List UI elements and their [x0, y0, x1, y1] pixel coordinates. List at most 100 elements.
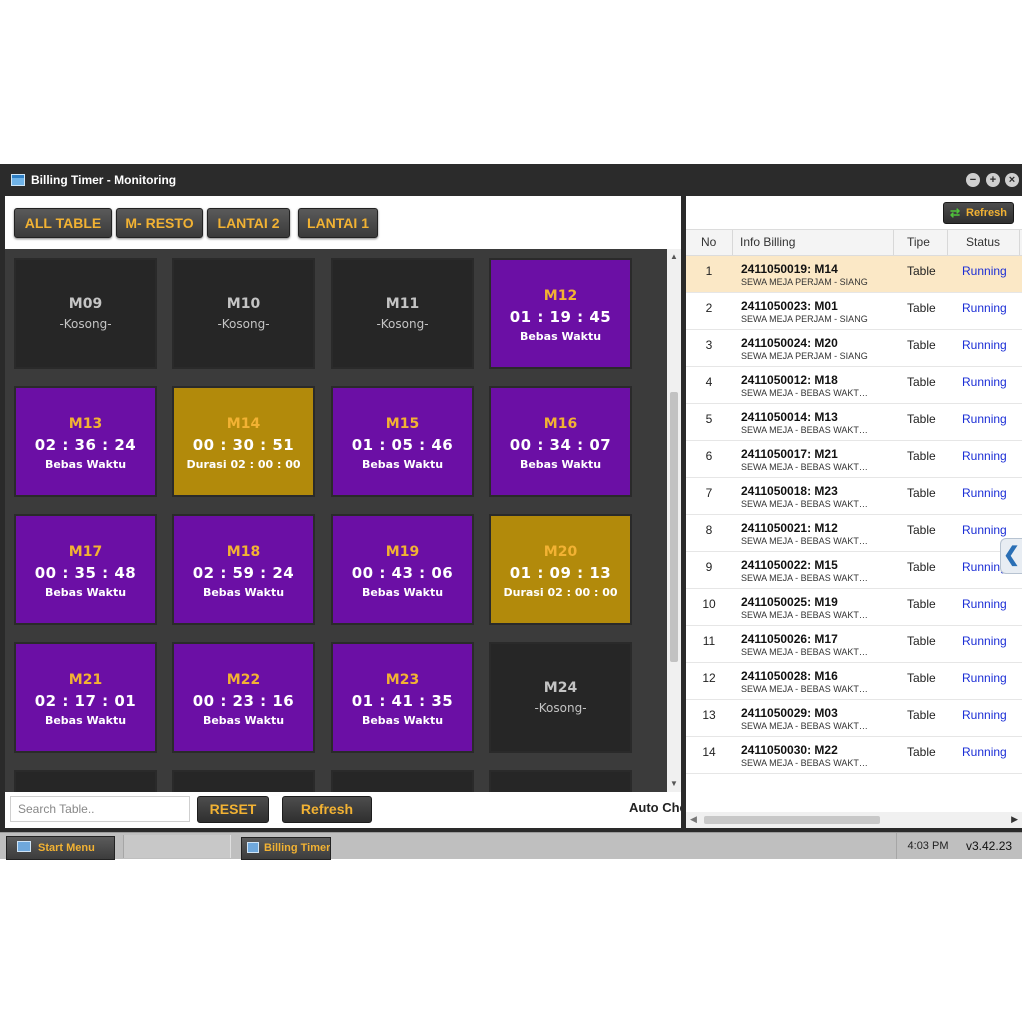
monitor-icon — [17, 841, 31, 852]
billing-row-description: SEWA MEJA - BEBAS WAKT… — [741, 388, 868, 398]
tile-timer: 00 : 34 : 07 — [509, 436, 612, 454]
start-menu-button[interactable]: Start Menu — [6, 836, 115, 860]
table-tile[interactable]: M12 01 : 19 : 45 Bebas Waktu — [489, 258, 632, 369]
category-all-table-button[interactable]: ALL TABLE — [14, 208, 112, 238]
billing-row[interactable]: 10 2411050025: M19 SEWA MEJA - BEBAS WAKT…… — [686, 589, 1022, 626]
tile-timer: 01 : 19 : 45 — [509, 308, 612, 326]
table-tile[interactable]: M19 00 : 43 : 06 Bebas Waktu — [331, 514, 474, 625]
billing-row[interactable]: 6 2411050017: M21 SEWA MEJA - BEBAS WAKT… T… — [686, 441, 1022, 478]
tile-status: -Kosong- — [376, 317, 429, 331]
minimize-button[interactable]: − — [966, 173, 980, 187]
table-tile[interactable]: M16 00 : 34 : 07 Bebas Waktu — [489, 386, 632, 497]
chevron-left-icon[interactable]: ❮ — [1000, 538, 1022, 574]
tile-mode: Bebas Waktu — [361, 458, 444, 471]
window-title: Billing Timer - Monitoring — [31, 173, 177, 187]
table-tile[interactable] — [172, 770, 315, 792]
start-menu-label: Start Menu — [38, 842, 95, 854]
billing-row-description: SEWA MEJA PERJAM - SIANG — [741, 277, 868, 287]
billing-row-description: SEWA MEJA - BEBAS WAKT… — [741, 425, 868, 435]
grid-footer: RESET Refresh Auto Check — [5, 792, 681, 828]
table-tile[interactable]: M09 -Kosong- — [14, 258, 157, 369]
billing-row-status: Running — [962, 745, 1007, 759]
billing-row[interactable]: 9 2411050022: M15 SEWA MEJA - BEBAS WAKT… T… — [686, 552, 1022, 589]
table-tile[interactable]: M13 02 : 36 : 24 Bebas Waktu — [14, 386, 157, 497]
billing-row-status: Running — [962, 634, 1007, 648]
billing-row[interactable]: 14 2411050030: M22 SEWA MEJA - BEBAS WAKT…… — [686, 737, 1022, 774]
scroll-left-arrow-icon[interactable]: ◀ — [690, 814, 697, 825]
refresh-grid-button[interactable]: Refresh — [282, 796, 372, 823]
billing-row-tipe: Table — [907, 560, 936, 574]
table-tile[interactable]: M11 -Kosong- — [331, 258, 474, 369]
billing-row-no: 10 — [702, 597, 716, 611]
billing-row-status: Running — [962, 301, 1007, 315]
category-bar: ALL TABLE M- RESTO LANTAI 2 LANTAI 1 — [5, 196, 681, 249]
billing-row[interactable]: 5 2411050014: M13 SEWA MEJA - BEBAS WAKT… T… — [686, 404, 1022, 441]
auto-check-label[interactable]: Auto Check — [629, 800, 681, 815]
table-tile[interactable]: M22 00 : 23 : 16 Bebas Waktu — [172, 642, 315, 753]
billing-row[interactable]: 4 2411050012: M18 SEWA MEJA - BEBAS WAKT… T… — [686, 367, 1022, 404]
table-tile[interactable] — [331, 770, 474, 792]
billing-row-no: 9 — [705, 560, 713, 574]
table-tile[interactable] — [489, 770, 632, 792]
billing-row-invoice: 2411050030: M22 — [741, 743, 838, 757]
table-grid: M09 -Kosong- M10 -Kosong- M11 -Kosong- M12 01 :… — [5, 249, 667, 792]
scroll-right-arrow-icon[interactable]: ▶ — [1011, 814, 1018, 825]
app-window: Billing Timer - Monitoring − + × ALL TAB… — [0, 164, 1022, 832]
table-tile[interactable]: M17 00 : 35 : 48 Bebas Waktu — [14, 514, 157, 625]
category-lantai-1-button[interactable]: LANTAI 1 — [298, 208, 378, 238]
table-tile[interactable]: M14 00 : 30 : 51 Durasi 02 : 00 : 00 — [172, 386, 315, 497]
column-header-no[interactable]: No — [701, 230, 716, 255]
table-tile[interactable]: M15 01 : 05 : 46 Bebas Waktu — [331, 386, 474, 497]
close-button[interactable]: × — [1005, 173, 1019, 187]
billing-row[interactable]: 13 2411050029: M03 SEWA MEJA - BEBAS WAKT…… — [686, 700, 1022, 737]
column-header-tipe[interactable]: Tipe — [907, 230, 930, 255]
billing-row-invoice: 2411050025: M19 — [741, 595, 838, 609]
refresh-billing-button[interactable]: ⇄ Refresh — [943, 202, 1014, 224]
billing-row[interactable]: 3 2411050024: M20 SEWA MEJA PERJAM - SIANG… — [686, 330, 1022, 367]
grid-scroll-thumb[interactable] — [670, 392, 678, 662]
billing-row-no: 1 — [705, 264, 713, 278]
billing-row[interactable]: 7 2411050018: M23 SEWA MEJA - BEBAS WAKT… T… — [686, 478, 1022, 515]
billing-row[interactable]: 2 2411050023: M01 SEWA MEJA PERJAM - SIANG… — [686, 293, 1022, 330]
billing-row[interactable]: 1 2411050019: M14 SEWA MEJA PERJAM - SIANG… — [686, 256, 1022, 293]
billing-row-invoice: 2411050028: M16 — [741, 669, 838, 683]
maximize-button[interactable]: + — [986, 173, 1000, 187]
scroll-down-arrow-icon[interactable]: ▼ — [667, 778, 681, 790]
billing-row-invoice: 2411050017: M21 — [741, 447, 838, 461]
table-tile[interactable]: M18 02 : 59 : 24 Bebas Waktu — [172, 514, 315, 625]
table-tile[interactable]: M21 02 : 17 : 01 Bebas Waktu — [14, 642, 157, 753]
table-tile[interactable]: M23 01 : 41 : 35 Bebas Waktu — [331, 642, 474, 753]
billing-row-status: Running — [962, 597, 1007, 611]
billing-hscroll-thumb[interactable] — [704, 816, 880, 824]
grid-scrollbar[interactable]: ▲ ▼ — [667, 249, 681, 792]
billing-row-invoice: 2411050029: M03 — [741, 706, 838, 720]
scroll-up-arrow-icon[interactable]: ▲ — [667, 251, 681, 263]
billing-row-status: Running — [962, 708, 1007, 722]
billing-row[interactable]: 12 2411050028: M16 SEWA MEJA - BEBAS WAKT…… — [686, 663, 1022, 700]
tile-mode: Bebas Waktu — [519, 330, 602, 343]
taskbar-clock: 4:03 PM — [896, 833, 959, 859]
billing-row[interactable]: 11 2411050026: M17 SEWA MEJA - BEBAS WAKT…… — [686, 626, 1022, 663]
category-m-resto-button[interactable]: M- RESTO — [116, 208, 203, 238]
table-tile[interactable]: M24 -Kosong- — [489, 642, 632, 753]
billing-hscrollbar[interactable]: ◀ ▶ — [686, 812, 1022, 828]
search-table-input[interactable] — [10, 796, 190, 822]
billing-row-tipe: Table — [907, 338, 936, 352]
billing-table-body: 1 2411050019: M14 SEWA MEJA PERJAM - SIANG… — [686, 256, 1022, 774]
column-header-info-billing[interactable]: Info Billing — [740, 230, 795, 255]
billing-row-tipe: Table — [907, 412, 936, 426]
table-tile[interactable] — [14, 770, 157, 792]
tile-code: M10 — [226, 296, 261, 312]
tile-timer: 00 : 23 : 16 — [192, 692, 295, 710]
billing-row[interactable]: 8 2411050021: M12 SEWA MEJA - BEBAS WAKT… T… — [686, 515, 1022, 552]
taskbar-app-billing-timer[interactable]: Billing Timer — [241, 837, 331, 860]
table-tile[interactable]: M10 -Kosong- — [172, 258, 315, 369]
tile-code: M09 — [68, 296, 103, 312]
tile-timer: 00 : 35 : 48 — [34, 564, 137, 582]
column-header-status[interactable]: Status — [966, 230, 1000, 255]
billing-row-description: SEWA MEJA - BEBAS WAKT… — [741, 684, 868, 694]
table-tile[interactable]: M20 01 : 09 : 13 Durasi 02 : 00 : 00 — [489, 514, 632, 625]
category-lantai-2-button[interactable]: LANTAI 2 — [207, 208, 290, 238]
billing-row-no: 4 — [705, 375, 713, 389]
reset-button[interactable]: RESET — [197, 796, 269, 823]
